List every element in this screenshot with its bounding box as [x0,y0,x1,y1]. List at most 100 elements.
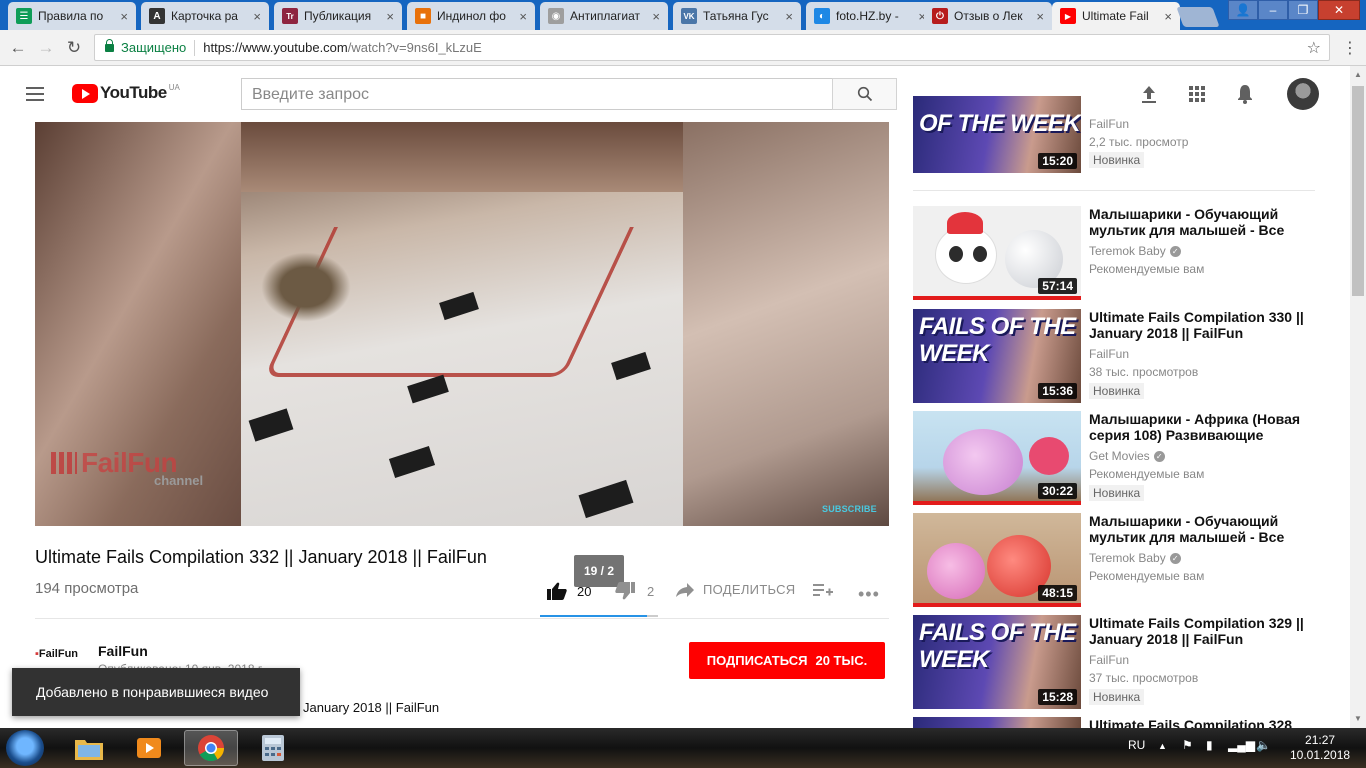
language-indicator[interactable]: RU [1128,738,1145,752]
more-actions-icon[interactable]: ••• [858,584,880,605]
sheets-icon: ☰ [16,8,32,24]
hamburger-menu-icon[interactable] [26,87,44,101]
video-thumbnail[interactable]: OF THE WEEK 15:20 [913,96,1081,173]
network-signal-icon[interactable]: ▂▄▆ [1228,738,1255,752]
back-icon[interactable]: ← [8,38,28,58]
browser-tab[interactable]: ⏻ Отзыв о Лек × [924,2,1052,30]
panda-hat [947,212,983,234]
watch-progress-bar [913,603,1081,607]
close-icon[interactable]: × [386,9,394,24]
system-clock[interactable]: 21:27 10.01.2018 [1290,733,1350,763]
browser-tab[interactable]: ◉ Антиплагиат × [540,2,668,30]
reload-icon[interactable]: ↻ [64,38,84,58]
restore-button[interactable]: ❐ [1288,0,1318,20]
browser-tab[interactable]: ■ Индинол фо × [407,2,535,30]
browser-tab[interactable]: VK Татьяна Гус × [673,2,801,30]
minimize-button[interactable]: – [1258,0,1288,20]
channel-logo[interactable]: ▪FailFun [35,648,85,668]
browser-tab[interactable]: ◐ foto.HZ.by - × [806,2,934,30]
new-badge: Новинка [1089,383,1145,399]
close-icon[interactable]: × [253,9,261,24]
youtube-logo[interactable]: YouTube UA [72,83,180,103]
chrome-taskbar-button[interactable] [184,730,238,766]
close-icon[interactable]: × [120,9,128,24]
tab-label: Правила по [38,9,104,23]
close-icon[interactable]: × [519,9,527,24]
channel-name[interactable]: FailFun [98,643,148,659]
add-to-playlist-button[interactable] [813,582,833,598]
share-button[interactable]: ПОДЕЛИТЬСЯ [676,582,795,597]
browser-tab-active[interactable]: ▶ Ultimate Fail × [1052,2,1180,30]
character-blob [927,543,985,599]
subscribe-button[interactable]: ПОДПИСАТЬСЯ 20 ТЫС. [689,642,885,679]
browser-tab[interactable]: ☰ Правила по × [8,2,136,30]
close-icon[interactable]: × [652,9,660,24]
media-player-taskbar-button[interactable] [122,730,176,766]
address-bar[interactable]: Защищено https://www.youtube.com/watch?v… [94,34,1330,61]
tray-expand-icon[interactable]: ▲ [1158,741,1167,751]
thumbnail-text: FAILS OF THE WEEK [919,619,1076,673]
action-center-flag-icon[interactable]: ⚑ [1182,738,1193,752]
new-tab-button[interactable] [1176,7,1220,27]
search-button[interactable] [832,78,897,110]
video-wall [241,122,683,192]
video-player[interactable]: FailFun channel SUBSCRIBE [35,122,889,526]
panda-eye [949,246,963,262]
clock-date: 10.01.2018 [1290,748,1351,762]
floor-tile [407,374,449,404]
sidebar-video-item[interactable]: 48:15 Малышарики - Обучающий мультик для… [913,513,1315,607]
explorer-taskbar-button[interactable] [62,730,116,766]
share-icon [676,582,694,597]
tab-label: Карточка ра [171,9,238,23]
sidebar-title[interactable]: Ultimate Fails Compilation 328 [1089,717,1309,728]
sidebar-video-item[interactable]: FAILS OF THE WEEK 15:36 Ultimate Fails C… [913,309,1315,403]
chrome-menu-icon[interactable]: ⋮ [1342,38,1358,58]
duration-badge: 30:22 [1038,483,1077,499]
subscribe-watermark[interactable]: SUBSCRIBE [822,504,877,514]
video-thumbnail[interactable] [913,717,1081,728]
close-icon[interactable]: × [1036,9,1044,24]
youtube-play-icon [72,83,98,103]
browser-tab[interactable]: Tr Публикация × [274,2,402,30]
scroll-down-icon[interactable]: ▼ [1354,714,1362,723]
video-description: January 2018 || FailFun [303,700,440,715]
scrollbar-thumb[interactable] [1352,86,1364,296]
sidebar-video-item[interactable]: Ultimate Fails Compilation 328 [913,717,1315,728]
sidebar-video-item[interactable]: FAILS OF THE WEEK 15:28 Ultimate Fails C… [913,615,1315,709]
sidebar-title[interactable]: Малышарики - Африка (Новая серия 108) Ра… [1089,411,1309,443]
sidebar-video-item[interactable]: 30:22 Малышарики - Африка (Новая серия 1… [913,411,1315,505]
like-button[interactable]: 20 [547,582,591,600]
video-thumbnail[interactable]: 48:15 [913,513,1081,607]
bookmark-star-icon[interactable]: ☆ [1307,38,1321,58]
tab-label: Отзыв о Лек [954,9,1023,23]
close-window-button[interactable]: ✕ [1318,0,1360,20]
calculator-taskbar-button[interactable] [246,730,300,766]
video-thumbnail[interactable]: 30:22 [913,411,1081,505]
url-host: https://www.youtube.com [203,40,348,55]
browser-tab[interactable]: A Карточка ра × [141,2,269,30]
thumbs-down-icon [615,582,635,600]
scroll-up-icon[interactable]: ▲ [1354,70,1362,79]
video-thumbnail[interactable]: FAILS OF THE WEEK 15:36 [913,309,1081,403]
close-icon[interactable]: × [785,9,793,24]
sidebar-title[interactable]: Ultimate Fails Compilation 329 || Januar… [1089,615,1309,647]
close-icon[interactable]: × [1164,9,1172,24]
battery-icon[interactable]: ▮ [1206,738,1213,752]
video-thumbnail[interactable]: FAILS OF THE WEEK 15:28 [913,615,1081,709]
volume-icon[interactable]: 🔈 [1256,738,1271,752]
sidebar-video-item[interactable]: OF THE WEEK 15:20 FailFun 2,2 тыс. просм… [913,96,1315,173]
sidebar-title[interactable]: Ultimate Fails Compilation 330 || Januar… [1089,309,1309,341]
watermark-sub: channel [154,473,204,488]
user-icon[interactable]: 👤 [1228,0,1258,20]
video-thumbnail[interactable]: 57:14 [913,206,1081,300]
forward-icon[interactable]: → [36,38,56,58]
dislike-button[interactable]: 2 [615,582,654,600]
page-scrollbar[interactable]: ▲ ▼ [1350,66,1366,728]
search-input[interactable]: Введите запрос [241,78,833,110]
media-player-icon [137,738,161,758]
sidebar-title[interactable]: Малышарики - Обучающий мультик для малыш… [1089,206,1309,238]
windows-start-button[interactable] [6,730,44,766]
like-ratio-bar [540,615,658,617]
sidebar-title[interactable]: Малышарики - Обучающий мультик для малыш… [1089,513,1309,545]
sidebar-video-item[interactable]: 57:14 Малышарики - Обучающий мультик для… [913,206,1315,300]
